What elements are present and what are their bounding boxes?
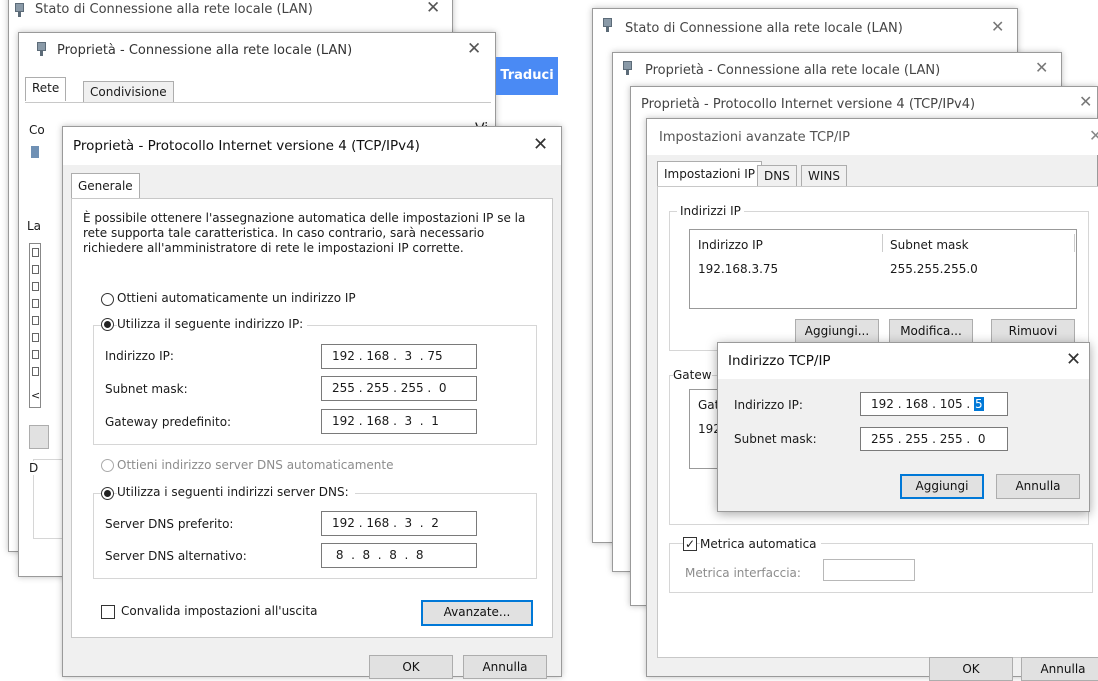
ip-row-mask[interactable]: 255.255.255.0 <box>890 262 978 276</box>
subnet-mask-label: Subnet mask: <box>105 382 188 396</box>
tab-impostazioni-ip[interactable]: Impostazioni IP <box>657 161 763 187</box>
gateway-label: Gateway predefinito: <box>105 415 232 429</box>
radio-manual-ip[interactable] <box>101 318 114 331</box>
validate-checkbox[interactable] <box>101 605 115 619</box>
close-icon[interactable]: ✕ <box>1066 349 1081 370</box>
column-divider <box>1074 234 1075 252</box>
dialog-mask-field[interactable]: 255 . 255 . 255 . 0 <box>860 427 1008 451</box>
close-icon[interactable]: ✕ <box>1079 92 1092 111</box>
checkbox[interactable] <box>32 282 39 291</box>
dialog-cancel-button[interactable]: Annulla <box>996 474 1080 499</box>
radio-manual-ip-label[interactable]: Utilizza il seguente indirizzo IP: <box>117 317 308 331</box>
preferred-dns-label: Server DNS preferito: <box>105 517 234 531</box>
radio-auto-dns-label[interactable]: Ottieni indirizzo server DNS automaticam… <box>117 458 394 472</box>
ip-address-label: Indirizzo IP: <box>105 349 174 363</box>
tab-condivisione[interactable]: Condivisione <box>83 81 174 103</box>
tcpip-title: Proprietà - Protocollo Internet versione… <box>641 97 976 112</box>
translate-button[interactable]: Traduci <box>496 57 558 95</box>
dialog-ip-prefix: 192 . 168 . 105 . <box>871 397 975 411</box>
ok-button[interactable]: OK <box>369 655 453 679</box>
partial-label: La <box>27 219 42 233</box>
tab-line <box>25 102 491 103</box>
validate-label[interactable]: Convalida impostazioni all'uscita <box>121 604 317 618</box>
status-title: Stato di Connessione alla rete locale (L… <box>625 21 903 36</box>
add-ip-button[interactable]: Aggiungi... <box>795 319 879 343</box>
dialog-title: Indirizzo TCP/IP <box>728 353 831 369</box>
dialog-ip-label: Indirizzo IP: <box>734 398 803 412</box>
close-icon[interactable]: ✕ <box>467 39 481 59</box>
close-icon[interactable]: ✕ <box>533 134 548 155</box>
adapter-icon <box>31 146 39 158</box>
metric-interface-field[interactable] <box>823 559 915 581</box>
dialog-add-button[interactable]: Aggiungi <box>900 474 984 499</box>
column-header-mask[interactable]: Subnet mask <box>890 238 969 252</box>
radio-auto-ip[interactable] <box>101 293 114 306</box>
metric-interface-label: Metrica interfaccia: <box>685 566 801 580</box>
network-icon <box>603 18 612 32</box>
ip-address-list[interactable]: Indirizzo IP Subnet mask 192.168.3.75 25… <box>689 229 1077 309</box>
description-line: rete supporta tale caratteristica. In ca… <box>83 226 485 240</box>
close-icon[interactable]: ✕ <box>1035 58 1048 77</box>
network-icon <box>37 42 46 56</box>
metric-auto-checkbox[interactable]: ✓ <box>683 537 697 551</box>
alternate-dns-field[interactable]: 8 . 8 . 8 . 8 <box>321 543 477 568</box>
advanced-title: Impostazioni avanzate TCP/IP <box>659 130 850 145</box>
network-icon <box>15 3 24 17</box>
partial-button[interactable] <box>29 425 49 449</box>
close-icon[interactable]: ✕ <box>1089 126 1098 145</box>
tab-wins[interactable]: WINS <box>801 165 847 187</box>
dialog-ip-field[interactable]: 192 . 168 . 105 . 5 <box>860 392 1008 416</box>
radio-auto-ip-label[interactable]: Ottieni automaticamente un indirizzo IP <box>117 291 356 305</box>
subnet-mask-field[interactable]: 255 . 255 . 255 . 0 <box>321 376 477 401</box>
radio-auto-dns[interactable] <box>101 459 114 472</box>
checkbox[interactable] <box>32 316 39 325</box>
alternate-dns-label: Server DNS alternativo: <box>105 549 247 563</box>
partial-label: Co <box>29 123 45 137</box>
close-icon[interactable]: ✕ <box>991 17 1004 36</box>
dialog-ip-selected: 5 <box>974 397 984 411</box>
description-line: È possibile ottenere l'assegnazione auto… <box>83 211 526 225</box>
metric-auto-label[interactable]: Metrica automatica <box>700 537 821 551</box>
ok-button[interactable]: OK <box>929 657 1013 681</box>
scroll-left-arrow[interactable]: < <box>31 389 40 402</box>
ip-addresses-group-label: Indirizzi IP <box>677 204 744 218</box>
tab-rete[interactable]: Rete <box>25 77 67 101</box>
properties-title: Proprietà - Connessione alla rete locale… <box>645 63 941 78</box>
radio-manual-dns-label[interactable]: Utilizza i seguenti indirizzi server DNS… <box>117 485 355 499</box>
edit-ip-button[interactable]: Modifica... <box>889 319 973 343</box>
checkbox[interactable] <box>32 367 39 376</box>
remove-ip-button[interactable]: Rimuovi <box>991 319 1075 343</box>
checkbox[interactable] <box>32 248 39 257</box>
properties-title: Proprietà - Connessione alla rete locale… <box>57 43 353 58</box>
gateway-field[interactable]: 192 . 168 . 3 . 1 <box>321 409 477 434</box>
description-line: richiedere all'amministratore di rete le… <box>83 241 464 255</box>
partial-label: D <box>29 461 39 475</box>
close-icon[interactable]: ✕ <box>426 0 440 18</box>
checkbox[interactable] <box>32 299 39 308</box>
column-divider <box>882 234 883 252</box>
checkbox[interactable] <box>32 350 39 359</box>
ip-row-address[interactable]: 192.168.3.75 <box>698 262 778 276</box>
cancel-button[interactable]: Annulla <box>1021 657 1098 681</box>
component-list: < <box>29 243 41 408</box>
column-header-ip[interactable]: Indirizzo IP <box>698 238 763 252</box>
preferred-dns-field[interactable]: 192 . 168 . 3 . 2 <box>321 511 477 536</box>
status-window-title: Stato di Connessione alla rete locale (L… <box>35 2 313 17</box>
cancel-button[interactable]: Annulla <box>463 655 547 679</box>
tab-dns[interactable]: DNS <box>757 165 797 187</box>
tcpip-address-dialog: Indirizzo TCP/IP ✕ Indirizzo IP: 192 . 1… <box>717 342 1090 512</box>
advanced-button[interactable]: Avanzate... <box>421 600 533 626</box>
dialog-mask-label: Subnet mask: <box>734 432 817 446</box>
gateway-group-label: Gatew <box>673 368 712 382</box>
description-text: È possibile ottenere l'assegnazione auto… <box>83 211 553 256</box>
tab-generale[interactable]: Generale <box>71 173 140 199</box>
tcpip-title: Proprietà - Protocollo Internet versione… <box>73 138 420 154</box>
radio-manual-dns[interactable] <box>101 487 114 500</box>
checkbox[interactable] <box>32 333 39 342</box>
network-icon <box>623 61 632 75</box>
checkbox[interactable] <box>32 265 39 274</box>
ip-address-field[interactable]: 192 . 168 . 3 . 75 <box>321 344 477 369</box>
tcpip-window: Proprietà - Protocollo Internet versione… <box>62 126 562 679</box>
